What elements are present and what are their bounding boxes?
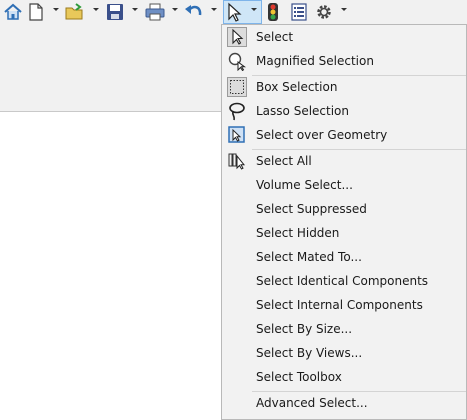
menu-item-label: Magnified Selection xyxy=(256,54,374,68)
menu-item-label: Select Identical Components xyxy=(256,274,429,288)
new-document-dropdown-caret[interactable] xyxy=(53,8,59,11)
file-properties-button[interactable] xyxy=(289,2,309,22)
menu-item-select-all[interactable]: Select All xyxy=(222,150,466,174)
menu-item-select-by-size[interactable]: Select By Size... xyxy=(222,318,466,342)
open-folder-icon xyxy=(65,3,83,20)
menu-item-select[interactable]: Select xyxy=(222,26,466,50)
undo-icon xyxy=(185,5,202,16)
menu-item-select-by-views[interactable]: Select By Views... xyxy=(222,342,466,366)
print-button[interactable] xyxy=(143,2,167,22)
menu-item-label: Box Selection xyxy=(256,80,338,94)
menu-item-volume-select[interactable]: Volume Select... xyxy=(222,174,466,198)
menu-item-box-selection[interactable]: Box Selection xyxy=(222,76,466,100)
menu-item-select-toolbox[interactable]: Select Toolbox xyxy=(222,366,466,390)
menu-item-label: Select xyxy=(256,30,294,44)
menu-item-label: Select By Views... xyxy=(256,346,363,360)
menu-item-select-hidden[interactable]: Select Hidden xyxy=(222,222,466,246)
rebuild-button[interactable] xyxy=(265,2,281,22)
new-document-icon xyxy=(29,3,43,21)
menu-item-label: Select Internal Components xyxy=(256,298,423,312)
open-dropdown-caret[interactable] xyxy=(93,8,99,11)
save-dropdown-caret[interactable] xyxy=(132,8,138,11)
menu-item-label: Volume Select... xyxy=(256,178,353,192)
lasso-selection-icon xyxy=(227,101,247,121)
print-dropdown-caret[interactable] xyxy=(172,8,178,11)
menu-item-label: Select over Geometry xyxy=(256,128,388,142)
menu-item-select-mated-to[interactable]: Select Mated To... xyxy=(222,246,466,270)
standard-toolbar xyxy=(0,0,467,24)
menu-item-label: Select Hidden xyxy=(256,226,340,240)
select-over-geometry-icon xyxy=(227,125,247,145)
menu-item-label: Select By Size... xyxy=(256,322,353,336)
open-button[interactable] xyxy=(63,2,87,22)
new-document-button[interactable] xyxy=(26,2,46,22)
menu-item-label: Select Suppressed xyxy=(256,202,367,216)
print-icon xyxy=(145,3,165,21)
toolbar-panel-background xyxy=(0,24,222,112)
menu-item-advanced-select[interactable]: Advanced Select... xyxy=(222,392,466,416)
home-icon xyxy=(4,3,22,20)
menu-item-label: Advanced Select... xyxy=(256,396,368,410)
select-dropdown-caret[interactable] xyxy=(251,8,257,11)
select-dropdown-menu: Select Magnified Selection Box Selection… xyxy=(221,24,467,420)
menu-item-label: Select Toolbox xyxy=(256,370,342,384)
options-button[interactable] xyxy=(313,2,335,22)
menu-item-label: Select Mated To... xyxy=(256,250,362,264)
menu-item-lasso-selection[interactable]: Lasso Selection xyxy=(222,100,466,124)
options-gear-icon xyxy=(317,5,331,19)
menu-item-select-identical-components[interactable]: Select Identical Components xyxy=(222,270,466,294)
options-dropdown-caret[interactable] xyxy=(341,8,347,11)
select-arrow-icon xyxy=(228,2,242,22)
undo-button[interactable] xyxy=(182,2,206,22)
magnified-selection-icon xyxy=(227,51,247,72)
menu-item-select-internal-components[interactable]: Select Internal Components xyxy=(222,294,466,318)
undo-dropdown-caret[interactable] xyxy=(211,8,217,11)
box-selection-icon xyxy=(227,77,247,97)
select-all-icon xyxy=(227,151,247,171)
menu-item-label: Lasso Selection xyxy=(256,104,349,118)
menu-item-select-suppressed[interactable]: Select Suppressed xyxy=(222,198,466,222)
traffic-light-icon xyxy=(268,3,278,21)
menu-item-magnified-selection[interactable]: Magnified Selection xyxy=(222,50,466,74)
file-properties-icon xyxy=(291,3,307,21)
menu-item-select-over-geometry[interactable]: Select over Geometry xyxy=(222,124,466,148)
menu-item-label: Select All xyxy=(256,154,312,168)
select-arrow-icon xyxy=(227,27,247,47)
home-button[interactable] xyxy=(2,2,24,22)
save-button[interactable] xyxy=(104,2,126,22)
save-icon xyxy=(107,4,123,20)
select-button[interactable] xyxy=(224,2,244,22)
